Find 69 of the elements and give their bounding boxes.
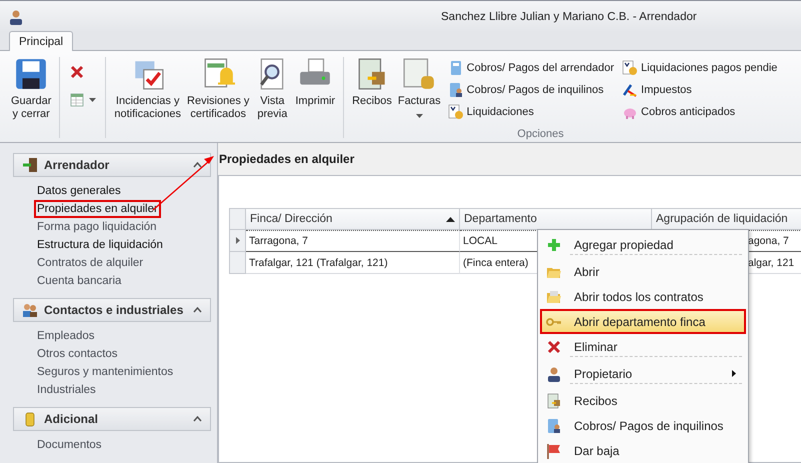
ribbon-option[interactable]: Cobros/ Pagos de inquilinos <box>448 81 614 99</box>
chevron-up-icon <box>193 162 202 168</box>
submenu-arrow-icon <box>732 370 736 377</box>
ribbon-option[interactable]: Cobros/ Pagos del arrendador <box>448 59 614 77</box>
ribbon-button[interactable]: Revisiones y certificados <box>184 55 252 133</box>
table-cell: Trafalgar, 121 (Trafalgar, 121) <box>246 252 460 274</box>
flag-icon <box>546 442 562 458</box>
group-label: Opciones <box>517 128 564 140</box>
ribbon-button[interactable]: Guardar y cerrar <box>8 55 54 133</box>
calculator-person-icon <box>546 418 562 434</box>
person-icon <box>8 8 24 24</box>
menu-item[interactable]: Dar baja <box>540 438 746 463</box>
ribbon-tab[interactable]: Principal <box>9 31 74 51</box>
current-row-icon <box>236 237 240 244</box>
invoice-coins-icon <box>402 57 436 91</box>
menu-item[interactable]: Recibos <box>540 388 746 413</box>
ribbon-button[interactable]: Facturas <box>394 55 444 133</box>
sidebar-link[interactable]: Datos generales <box>34 182 124 200</box>
sidebar-link[interactable]: Forma pago liquidación <box>34 218 160 236</box>
section-header[interactable]: Arrendador <box>13 153 211 177</box>
sidebar-link[interactable]: Propiedades en alquiler <box>34 200 161 218</box>
ribbon-button[interactable]: Incidencias y notificaciones <box>111 55 184 133</box>
folder-documents-icon <box>546 288 562 304</box>
sidebar-link[interactable]: Documentos <box>34 436 105 454</box>
document-check-icon <box>448 104 464 120</box>
sidebar-link[interactable]: Otros contactos <box>34 345 121 363</box>
menu-item[interactable]: Cobros/ Pagos de inquilinos <box>540 413 746 438</box>
sidebar-link[interactable]: Empleados <box>34 327 98 345</box>
window-title: Sanchez Llibre Julian y Mariano C.B. - Arrendador <box>441 10 697 22</box>
ribbon-button[interactable]: Vista previa <box>252 55 292 133</box>
ribbon-button[interactable]: Recibos <box>349 55 395 133</box>
menu-item[interactable]: Propietario <box>540 361 746 386</box>
sidebar-link[interactable]: Cuenta bancaria <box>34 272 124 290</box>
caret-icon <box>89 98 96 102</box>
ribbon-option[interactable]: Cobros anticipados <box>622 103 778 121</box>
menu-item[interactable]: Abrir todos los contratos <box>540 284 746 309</box>
calculator-person-icon <box>448 82 464 98</box>
toolbar-button[interactable] <box>69 91 96 109</box>
ribbon-option[interactable]: Impuestos <box>622 81 778 99</box>
sort-ascending-icon <box>446 216 455 222</box>
table-cell: Tarragona, 7 <box>246 230 460 252</box>
sidebar-link[interactable]: Contratos de alquiler <box>34 254 146 272</box>
sidebar-link[interactable]: Estructura de liquidación <box>34 236 166 254</box>
chevron-up-icon <box>193 416 202 422</box>
ribbon-option[interactable]: Liquidaciones <box>448 103 614 121</box>
receipt-icon <box>546 392 562 408</box>
menu-item[interactable]: Eliminar <box>540 334 746 359</box>
door-arrow-icon <box>22 157 38 173</box>
close-icon <box>546 338 562 354</box>
row-indicator[interactable] <box>230 230 246 252</box>
person-icon <box>546 366 562 382</box>
caret-icon <box>416 114 423 118</box>
ribbon-button[interactable]: Imprimir <box>292 55 338 133</box>
column-header[interactable]: Finca/ Dirección <box>246 208 460 230</box>
close-icon <box>69 64 86 80</box>
section-header[interactable]: Adicional <box>13 407 211 431</box>
column-header[interactable]: Agrupación de liquidación <box>652 208 801 230</box>
section-header[interactable]: Contactos e industriales <box>13 298 211 322</box>
column-header[interactable]: Departamento <box>460 208 652 230</box>
table-icon <box>69 92 86 108</box>
document-check-icon <box>622 60 638 76</box>
sidebar-link[interactable]: Industriales <box>34 381 99 399</box>
menu-item[interactable]: Abrir departamento finca <box>540 309 746 334</box>
section-title: Propiedades en alquiler <box>218 151 356 168</box>
plus-icon <box>546 236 562 252</box>
sidebar-link[interactable]: Seguros y mantenimientos <box>34 363 176 381</box>
people-icon <box>22 302 38 318</box>
chevron-up-icon <box>193 307 202 313</box>
ribbon-option[interactable]: Liquidaciones pagos pendie <box>622 59 778 77</box>
